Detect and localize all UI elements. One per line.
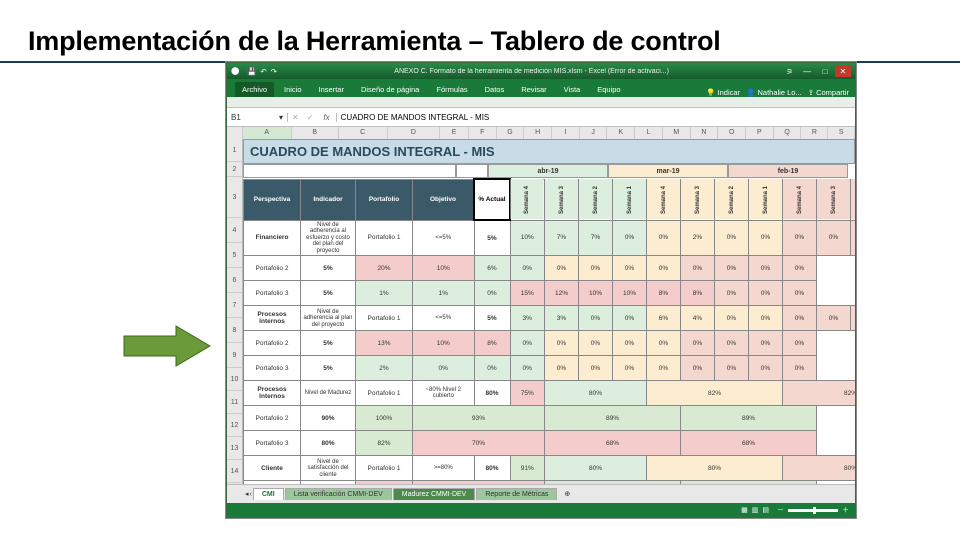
ribbon-options-icon[interactable]: ⚞ xyxy=(786,67,793,76)
tell-me[interactable]: 💡 Indicar xyxy=(706,88,740,97)
zoom-in[interactable]: ＋ xyxy=(842,505,849,515)
ribbon-tab-insertar[interactable]: Insertar xyxy=(312,82,351,97)
titlebar: ⬤ 💾 ↶ ↷ ANEXO C. Formato de la herramien… xyxy=(227,63,855,79)
redo-icon[interactable]: ↷ xyxy=(271,67,277,76)
ribbon-tab-archivo[interactable]: Archivo xyxy=(235,82,274,97)
table-row[interactable]: Procesos InternosNivel de MadurezPortafo… xyxy=(244,381,856,406)
ribbon: Archivo Inicio Insertar Diseño de página… xyxy=(227,79,855,97)
minimize-button[interactable]: — xyxy=(799,65,815,77)
table-row[interactable]: FinancieroNivel de adherencia al esfuerz… xyxy=(244,220,856,256)
view-pagebreak-icon[interactable]: ▤ xyxy=(762,506,769,514)
table-row[interactable]: ClienteNivel de satisfacción del cliente… xyxy=(244,456,856,481)
new-sheet-button[interactable]: ⊕ xyxy=(558,490,576,498)
sheet-tab[interactable]: CMI xyxy=(253,488,284,500)
sheet-tab[interactable]: Lista verificación CMMI-DEV xyxy=(285,488,392,500)
grid-area[interactable]: ABCDEFGHIJKLMNOPQRS 12345678910111213141… xyxy=(227,127,855,493)
table-row[interactable]: Portafolio 25%13%10%8%0%0%0%0%0%0%0%0%0% xyxy=(244,331,856,356)
fx-icon[interactable]: fx xyxy=(317,113,336,122)
sheet-tab[interactable]: Madurez CMMI-DEV xyxy=(393,488,476,500)
slide-title: Implementación de la Herramienta – Table… xyxy=(0,0,960,63)
formula-input[interactable] xyxy=(337,113,855,122)
sheet-tab[interactable]: Reporte de Métricas xyxy=(476,488,557,500)
table-row[interactable]: Procesos InternosNivel de adherencia al … xyxy=(244,306,856,331)
annotation-arrow xyxy=(122,324,212,368)
ribbon-tab-inicio[interactable]: Inicio xyxy=(277,82,309,97)
tab-nav-first[interactable]: ◂ xyxy=(245,490,249,498)
sheet-title[interactable]: CUADRO DE MANDOS INTEGRAL - MIS xyxy=(243,139,855,164)
balanced-scorecard-table[interactable]: PerspectivaIndicadorPortafolioObjetivo% … xyxy=(243,178,855,493)
close-button[interactable]: ✕ xyxy=(835,65,851,77)
view-layout-icon[interactable]: ▥ xyxy=(752,506,759,514)
maximize-button[interactable]: □ xyxy=(817,65,833,77)
ribbon-tab-vista[interactable]: Vista xyxy=(557,82,588,97)
zoom-out[interactable]: － xyxy=(777,505,784,515)
ribbon-body-collapsed xyxy=(227,97,855,108)
ribbon-tab-diseno[interactable]: Diseño de página xyxy=(354,82,426,97)
tab-nav-prev[interactable]: ‹ xyxy=(250,491,252,498)
window-title: ANEXO C. Formato de la herramienta de me… xyxy=(283,68,780,75)
excel-window: ⬤ 💾 ↶ ↷ ANEXO C. Formato de la herramien… xyxy=(226,62,856,518)
sheet-tabs: ◂ ‹ CMILista verificación CMMI-DEVMadure… xyxy=(227,484,855,503)
autosave-toggle[interactable]: ⬤ xyxy=(231,66,241,76)
save-icon[interactable]: 💾 xyxy=(247,67,256,76)
name-box[interactable]: B1▾ xyxy=(227,113,288,122)
view-normal-icon[interactable]: ▦ xyxy=(741,506,748,514)
table-row[interactable]: Portafolio 380%82%70%68%68% xyxy=(244,431,856,456)
ribbon-tab-formulas[interactable]: Fórmulas xyxy=(429,82,474,97)
row-headers[interactable]: 1234567891011121314151617 xyxy=(227,139,243,493)
table-row[interactable]: Portafolio 35%2%0%0%0%0%0%0%0%0%0%0%0% xyxy=(244,356,856,381)
table-row[interactable]: Portafolio 25%20%10%6%0%0%0%0%0%0%0%0%0% xyxy=(244,256,856,281)
worksheet[interactable]: CUADRO DE MANDOS INTEGRAL - MIS abr-19 m… xyxy=(243,139,855,493)
ribbon-tab-revisar[interactable]: Revisar xyxy=(514,82,553,97)
status-bar: ▦ ▥ ▤ － ＋ xyxy=(227,503,855,517)
formula-bar: B1▾ ✕ ✓ fx xyxy=(227,108,855,127)
ribbon-tab-datos[interactable]: Datos xyxy=(478,82,512,97)
table-row[interactable]: Portafolio 290%100%93%89%89% xyxy=(244,406,856,431)
table-row[interactable]: Portafolio 35%1%1%0%15%12%10%10%8%8%0%0%… xyxy=(244,281,856,306)
user-account[interactable]: 👤 Nathalie Lo... xyxy=(746,88,802,97)
enter-icon[interactable]: ✓ xyxy=(303,113,318,122)
share-button[interactable]: ⇪ Compartir xyxy=(808,88,849,97)
undo-icon[interactable]: ↶ xyxy=(260,67,266,76)
cancel-icon[interactable]: ✕ xyxy=(288,113,303,122)
zoom-slider[interactable] xyxy=(788,509,838,512)
month-row: abr-19 mar-19 feb-19 xyxy=(243,164,855,178)
ribbon-tab-equipo[interactable]: Equipo xyxy=(590,82,627,97)
